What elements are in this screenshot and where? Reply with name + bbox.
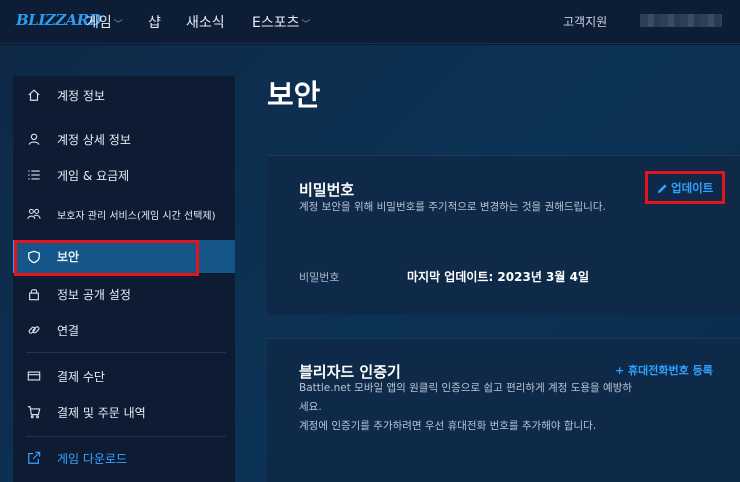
chevron-down-icon: ﹀ [113, 20, 123, 30]
cart-icon [26, 404, 42, 420]
sidebar-item-account-details[interactable]: 계정 상세 정보 [13, 124, 235, 154]
password-field-label: 비밀번호 [299, 271, 340, 284]
sidebar-item-game-download[interactable]: 게임 다운로드 [13, 443, 235, 473]
sidebar-item-orders[interactable]: 결제 및 주문 내역 [13, 397, 235, 427]
page-title: 보안 [267, 78, 321, 112]
nav-games-label: 게임 [86, 15, 112, 31]
nav-news[interactable]: 새소식 [186, 12, 225, 32]
nav-esports-label: E스포츠 [252, 15, 300, 31]
sidebar-item-privacy-settings[interactable]: 정보 공개 설정 [13, 279, 235, 309]
sidebar-item-label: 연결 [57, 323, 80, 338]
support-link[interactable]: 고객지원 [563, 13, 607, 30]
authenticator-description-line3: 계정에 인증기를 추가하려면 우선 휴대전화 번호를 추가해야 합니다. [299, 420, 597, 432]
sidebar-item-label: 계정 정보 [57, 88, 105, 103]
sidebar-divider [26, 436, 226, 437]
nav-news-label: 새소식 [186, 15, 225, 31]
top-nav-bar: BLIZZARD 게임 ﹀ 샵 새소식 E스포츠 ﹀ 고객지원 [0, 0, 740, 44]
password-last-updated: 마지막 업데이트: 2023년 3월 4일 [407, 270, 590, 284]
authenticator-card: 블리자드 인증기 + 휴대전화번호 등록 Battle.net 모바일 앱의 원… [267, 338, 740, 482]
card-icon [26, 368, 42, 384]
account-name-blurred[interactable] [640, 14, 722, 27]
password-card-description: 계정 보안을 위해 비밀번호를 주기적으로 변경하는 것을 권해드립니다. [299, 201, 606, 213]
chevron-down-icon: ﹀ [301, 20, 311, 30]
sidebar-item-connections[interactable]: 연결 [13, 315, 235, 345]
nav-shop[interactable]: 샵 [148, 12, 161, 32]
account-sidebar: 계정 정보 계정 상세 정보 게임 & 요금제 보호자 관리 서비스(게임 시간… [13, 76, 235, 482]
sidebar-item-games-plans[interactable]: 게임 & 요금제 [13, 160, 235, 190]
sidebar-divider [26, 352, 226, 353]
sidebar-item-label: 결제 및 주문 내역 [57, 405, 146, 420]
highlight-box-security [14, 240, 199, 276]
authenticator-description-line1: Battle.net 모바일 앱의 원클릭 인증으로 쉽고 편리하게 계정 도용… [299, 382, 633, 394]
nav-shop-label: 샵 [148, 15, 161, 31]
sidebar-item-label: 결제 수단 [57, 369, 105, 384]
link-icon [26, 322, 42, 338]
sidebar-item-parental-controls[interactable]: 보호자 관리 서비스(게임 시간 선택제) [13, 199, 235, 229]
authenticator-description-line2: 세요. [299, 401, 322, 413]
parents-icon [26, 206, 42, 222]
add-phone-number-link[interactable]: + 휴대전화번호 등록 [615, 362, 713, 378]
password-card-title: 비밀번호 [299, 181, 355, 199]
sidebar-item-label: 정보 공개 설정 [57, 287, 131, 302]
list-icon [26, 167, 42, 183]
sidebar-item-label: 게임 다운로드 [57, 451, 128, 466]
sidebar-item-account-info[interactable]: 계정 정보 [13, 80, 235, 110]
nav-esports[interactable]: E스포츠 ﹀ [252, 12, 311, 32]
lock-icon [26, 286, 42, 302]
home-icon [26, 87, 42, 103]
user-icon [26, 131, 42, 147]
nav-games[interactable]: 게임 ﹀ [86, 12, 123, 32]
sidebar-item-payment-methods[interactable]: 결제 수단 [13, 361, 235, 391]
external-link-icon [26, 450, 42, 466]
sidebar-item-label: 계정 상세 정보 [57, 132, 131, 147]
sidebar-item-label: 게임 & 요금제 [57, 168, 130, 183]
sidebar-item-label: 보호자 관리 서비스(게임 시간 선택제) [57, 210, 216, 222]
highlight-box-update [645, 171, 725, 204]
